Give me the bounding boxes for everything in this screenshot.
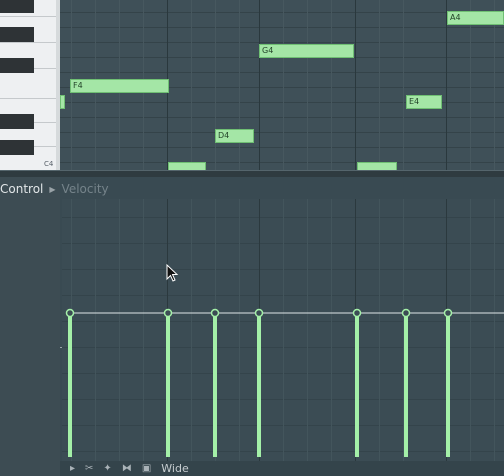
step-icon[interactable]: ⧓ xyxy=(122,463,132,474)
scissors-icon[interactable]: ✂ xyxy=(85,463,93,474)
mode-label[interactable]: Wide xyxy=(161,462,188,475)
velocity-handle[interactable] xyxy=(210,308,220,318)
play-icon[interactable]: ▸ xyxy=(70,463,75,474)
velocity-handle[interactable] xyxy=(443,308,453,318)
editor-toolbar: ▸ ✂ ✦ ⧓ ▣ Wide xyxy=(60,461,504,476)
velocity-handle[interactable] xyxy=(65,308,75,318)
velocity-handle[interactable] xyxy=(254,308,264,318)
mouse-cursor-icon xyxy=(166,264,179,282)
color-icon[interactable]: ▣ xyxy=(142,463,151,474)
velocity-handle[interactable] xyxy=(401,308,411,318)
velocity-layer xyxy=(65,308,504,457)
velocity-handle[interactable] xyxy=(352,308,362,318)
velocity-handle[interactable] xyxy=(163,308,173,318)
magnet-icon[interactable]: ✦ xyxy=(103,463,111,474)
